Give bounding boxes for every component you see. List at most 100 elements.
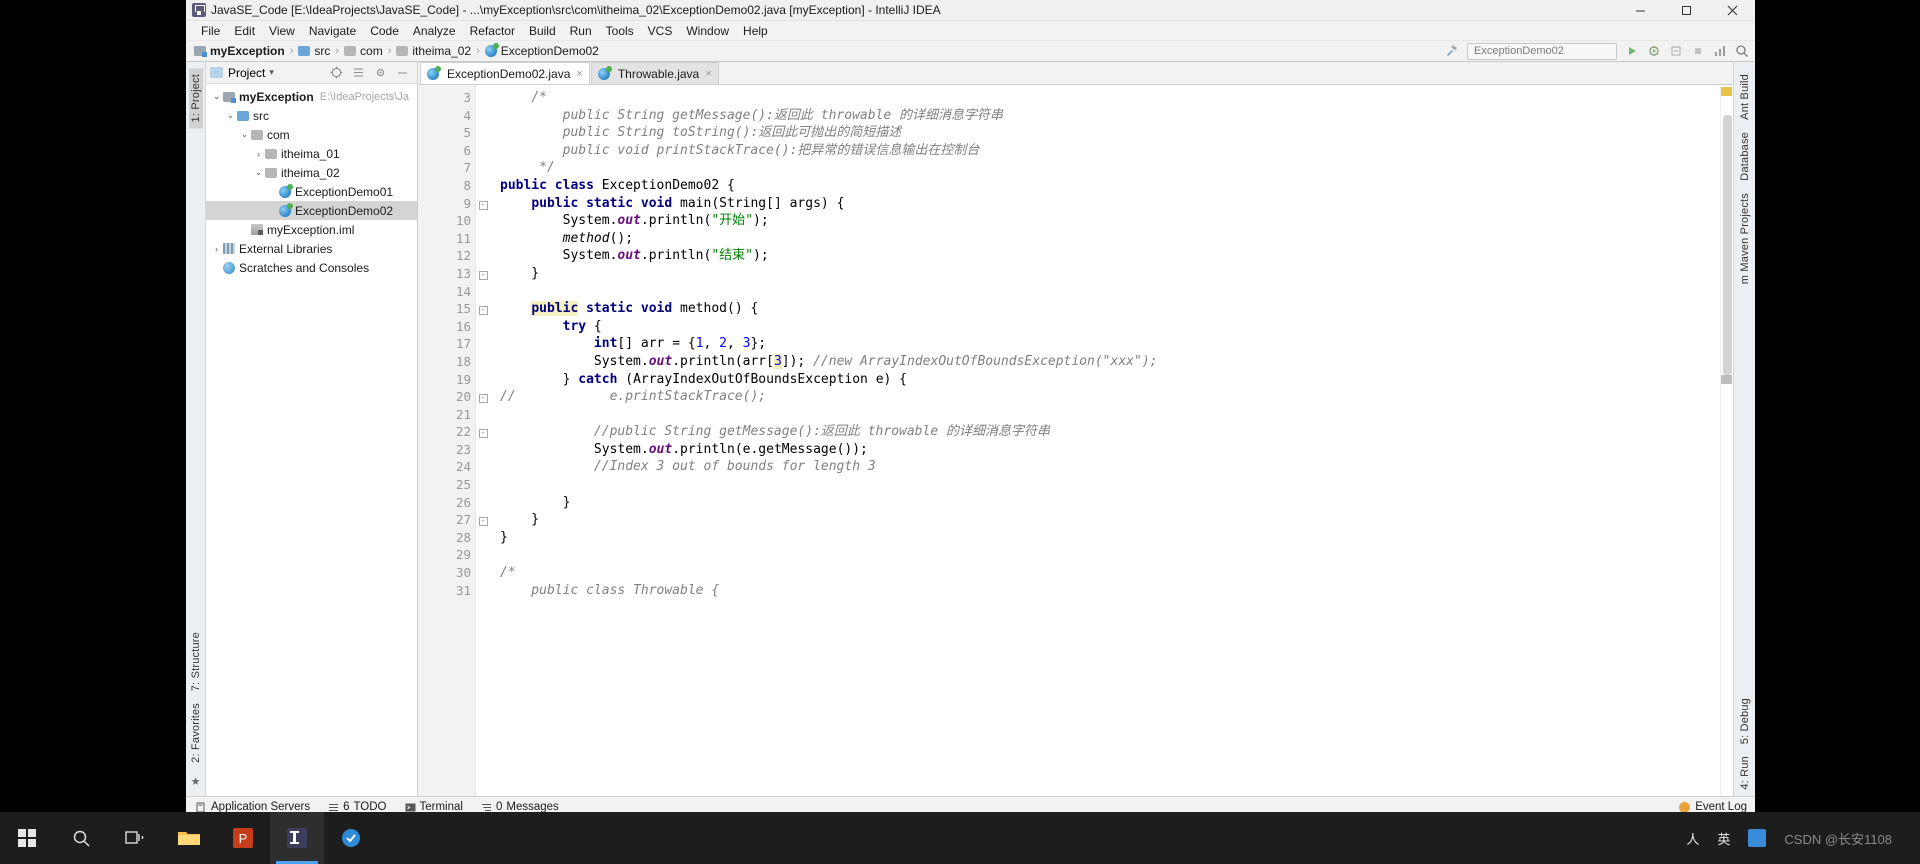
- breadcrumb-item-com[interactable]: com: [344, 44, 383, 58]
- search-button[interactable]: [54, 812, 108, 864]
- tree-item-external-libraries[interactable]: › External Libraries: [206, 239, 417, 258]
- line-number[interactable]: 20: [418, 388, 475, 406]
- code-line[interactable]: public static void method() {: [490, 300, 1720, 318]
- line-number[interactable]: 22: [418, 423, 475, 441]
- fold-toggle[interactable]: -: [476, 195, 490, 213]
- maximize-button[interactable]: [1663, 0, 1709, 21]
- code-line[interactable]: [490, 476, 1720, 494]
- warning-marker[interactable]: [1721, 87, 1732, 96]
- build-hammer-icon[interactable]: [1445, 44, 1459, 58]
- tree-item-src[interactable]: ⌄ src: [206, 106, 417, 125]
- editor-tab-exceptiondemo02-java[interactable]: ExceptionDemo02.java ×: [420, 62, 590, 84]
- line-number[interactable]: 13: [418, 265, 475, 283]
- line-number[interactable]: 16: [418, 318, 475, 336]
- line-number[interactable]: 26: [418, 494, 475, 512]
- tool-tab-project[interactable]: 1: Project: [188, 68, 203, 129]
- disclosure-arrow-icon[interactable]: ›: [252, 149, 265, 159]
- line-number[interactable]: 15: [418, 300, 475, 318]
- fold-toggle[interactable]: -: [476, 265, 490, 283]
- code-line[interactable]: [490, 283, 1720, 301]
- code-line[interactable]: public class Throwable {: [490, 582, 1720, 600]
- chevron-down-icon[interactable]: ▾: [269, 67, 274, 78]
- fold-toggle[interactable]: -: [476, 388, 490, 406]
- line-number[interactable]: 10: [418, 212, 475, 230]
- line-number[interactable]: 8: [418, 177, 489, 195]
- search-icon[interactable]: [1735, 44, 1749, 58]
- task-view-button[interactable]: [108, 812, 162, 864]
- tool-tab-database[interactable]: Database: [1738, 126, 1752, 187]
- menu-help[interactable]: Help: [736, 21, 775, 41]
- line-number[interactable]: 9: [418, 195, 489, 213]
- menu-navigate[interactable]: Navigate: [302, 21, 363, 41]
- line-number[interactable]: 18: [418, 353, 475, 371]
- menu-refactor[interactable]: Refactor: [463, 21, 522, 41]
- code-line[interactable]: //Index 3 out of bounds for length 3: [490, 458, 1720, 476]
- menu-vcs[interactable]: VCS: [641, 21, 680, 41]
- breadcrumb-item-project[interactable]: myException: [194, 44, 285, 58]
- tree-item-itheima-02[interactable]: ⌄ itheima_02: [206, 163, 417, 182]
- code-line[interactable]: method();: [490, 230, 1720, 248]
- code-line[interactable]: System.out.println(e.getMessage());: [490, 441, 1720, 459]
- menu-window[interactable]: Window: [679, 21, 736, 41]
- code-line[interactable]: public String toString():返回此可抛出的简短描述: [490, 124, 1720, 142]
- tree-item-exceptiondemo02[interactable]: ExceptionDemo02: [206, 201, 417, 220]
- code-line[interactable]: }: [490, 511, 1720, 529]
- code-line[interactable]: public static void main(String[] args) {: [490, 195, 1720, 213]
- line-number[interactable]: 5: [418, 124, 475, 142]
- menu-view[interactable]: View: [262, 21, 302, 41]
- code-line[interactable]: /*: [490, 564, 1720, 582]
- tree-item-exceptiondemo01[interactable]: ExceptionDemo01: [206, 182, 417, 201]
- line-number[interactable]: 24: [418, 458, 475, 476]
- code-line[interactable]: public class ExceptionDemo02 {: [490, 177, 1720, 195]
- menu-file[interactable]: File: [194, 21, 227, 41]
- target-icon[interactable]: [330, 66, 344, 80]
- fold-toggle[interactable]: -: [476, 423, 490, 441]
- tree-item-myexception-iml[interactable]: myException.iml: [206, 220, 417, 239]
- disclosure-arrow-icon[interactable]: ›: [210, 244, 223, 254]
- code-line[interactable]: System.out.println("结束");: [490, 247, 1720, 265]
- code-line[interactable]: System.out.println(arr[3]); //new ArrayI…: [490, 353, 1720, 371]
- disclosure-arrow-icon[interactable]: ⌄: [210, 91, 223, 102]
- code-folding-column[interactable]: - - - - - -: [476, 85, 490, 796]
- line-number[interactable]: 7: [418, 159, 475, 177]
- line-number[interactable]: 19: [418, 371, 475, 389]
- line-number[interactable]: 6: [418, 142, 475, 160]
- disclosure-arrow-icon[interactable]: ⌄: [238, 129, 251, 140]
- disclosure-arrow-icon[interactable]: ⌄: [224, 110, 237, 121]
- tool-tab-ant-build[interactable]: Ant Build: [1738, 68, 1752, 126]
- close-icon[interactable]: ×: [705, 68, 711, 80]
- line-number[interactable]: 27: [418, 511, 475, 529]
- line-number[interactable]: 21: [418, 406, 475, 424]
- code-text-area[interactable]: /* public String getMessage():返回此 throwa…: [490, 85, 1720, 796]
- line-number[interactable]: 23: [418, 441, 475, 459]
- run-with-coverage-icon[interactable]: [1669, 44, 1683, 58]
- tree-item-itheima-01[interactable]: › itheima_01: [206, 144, 417, 163]
- editor-tab-throwable-java[interactable]: Throwable.java ×: [590, 62, 719, 84]
- menu-tools[interactable]: Tools: [599, 21, 641, 41]
- line-number[interactable]: 30: [418, 564, 475, 582]
- app-button[interactable]: [324, 812, 378, 864]
- run-configuration-selector[interactable]: ExceptionDemo02: [1467, 42, 1617, 60]
- line-number-gutter[interactable]: 3 4 5 6 7 8 9 10 11 12 13 14 15 16 17 18 19 20 21 22 23 24 25 2…: [418, 85, 489, 796]
- line-number[interactable]: 17: [418, 335, 475, 353]
- code-line[interactable]: try {: [490, 318, 1720, 336]
- tree-item-myexception[interactable]: ⌄ myException E:\IdeaProjects\Ja: [206, 87, 417, 106]
- line-number[interactable]: 3: [418, 89, 475, 107]
- tray-ime-indicator[interactable]: 人: [1686, 829, 1699, 848]
- tool-tab-structure[interactable]: 7: Structure: [189, 626, 203, 697]
- disclosure-arrow-icon[interactable]: ⌄: [252, 167, 265, 178]
- file-explorer-button[interactable]: [162, 812, 216, 864]
- code-line[interactable]: }: [490, 265, 1720, 283]
- menu-build[interactable]: Build: [522, 21, 563, 41]
- favorites-star-icon[interactable]: ★: [191, 769, 201, 796]
- code-line[interactable]: }: [490, 494, 1720, 512]
- start-button[interactable]: [0, 812, 54, 864]
- code-line[interactable]: [490, 546, 1720, 564]
- fold-toggle[interactable]: -: [476, 511, 490, 529]
- code-line[interactable]: */: [490, 159, 1720, 177]
- line-number[interactable]: 11: [418, 230, 475, 248]
- tool-tab-favorites[interactable]: 2: Favorites: [189, 697, 203, 769]
- code-line[interactable]: public void printStackTrace():把异常的错误信息输出…: [490, 142, 1720, 160]
- menu-edit[interactable]: Edit: [227, 21, 262, 41]
- code-line[interactable]: System.out.println("开始");: [490, 212, 1720, 230]
